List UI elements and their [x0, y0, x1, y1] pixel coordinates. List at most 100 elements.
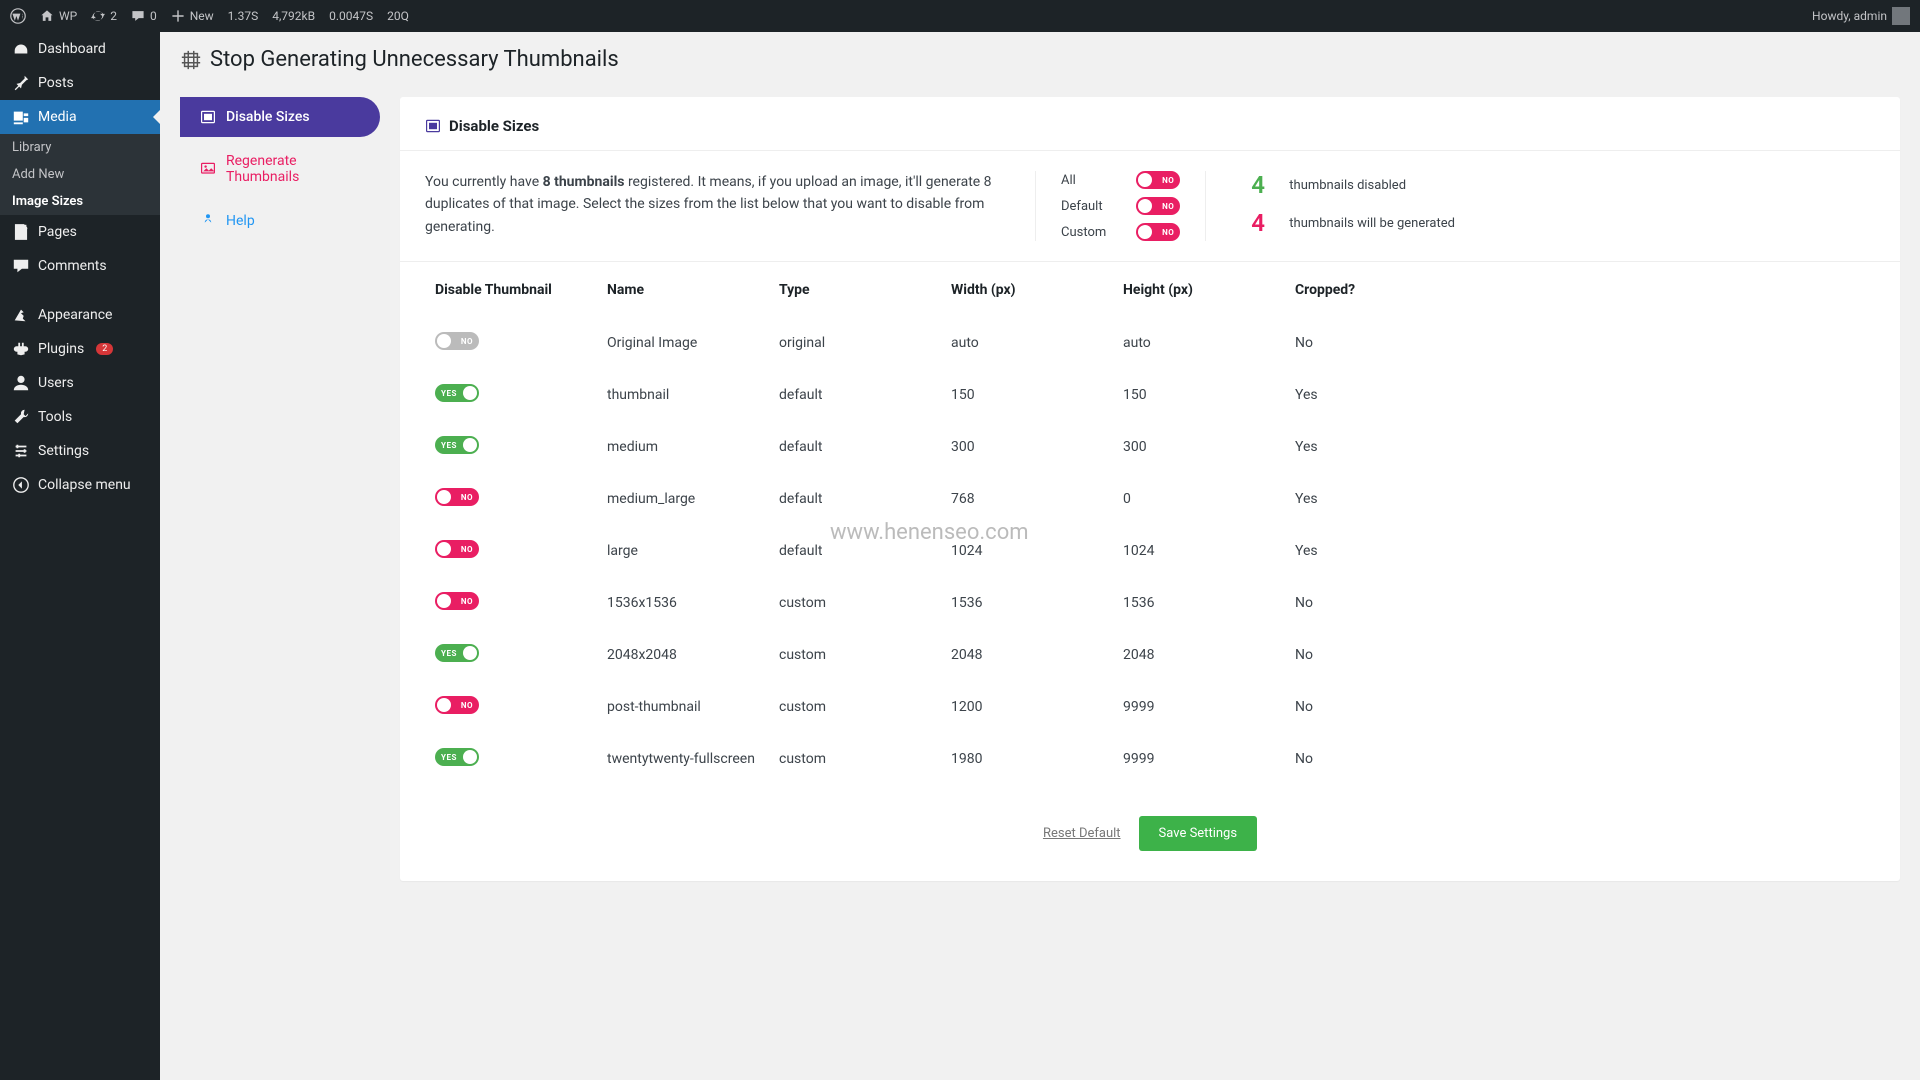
tools-icon: [12, 408, 30, 426]
sidebar-item-users[interactable]: Users: [0, 366, 160, 400]
debug-mem[interactable]: 4,792kB: [272, 9, 315, 23]
site-name: WP: [59, 9, 77, 23]
active-nav-icon: [200, 109, 216, 125]
stat-label: thumbnails will be generated: [1289, 216, 1455, 231]
panel-nav-help[interactable]: Help: [180, 201, 380, 241]
stat-list: 4thumbnails disabled4thumbnails will be …: [1236, 171, 1455, 241]
cell-width: 1024: [943, 526, 1113, 576]
cell-name: thumbnail: [599, 370, 769, 420]
reset-default-button[interactable]: Reset Default: [1043, 816, 1121, 851]
panel-nav-disable-sizes[interactable]: Disable Sizes: [180, 97, 380, 137]
new-link[interactable]: New: [171, 9, 214, 23]
row-toggle-medium[interactable]: YES: [435, 436, 479, 454]
cell-height: 0: [1115, 474, 1285, 524]
cell-height: 300: [1115, 422, 1285, 472]
wp-logo[interactable]: [10, 8, 26, 24]
sidebar-item-plugins[interactable]: Plugins2: [0, 332, 160, 366]
cell-name: Original Image: [599, 318, 769, 368]
table-row: NO large default 1024 1024 Yes: [427, 526, 1873, 576]
cell-width: 150: [943, 370, 1113, 420]
table-row: NO post-thumbnail custom 1200 9999 No: [427, 682, 1873, 732]
cell-type: default: [771, 526, 941, 576]
row-toggle-1536x1536[interactable]: NO: [435, 592, 479, 610]
pin-icon: [12, 74, 30, 92]
group-toggle-all[interactable]: NO: [1136, 171, 1180, 189]
sidebar-item-tools[interactable]: Tools: [0, 400, 160, 434]
cell-name: post-thumbnail: [599, 682, 769, 732]
sidebar-item-media[interactable]: Media: [0, 100, 160, 134]
row-toggle-post-thumbnail[interactable]: NO: [435, 696, 479, 714]
group-toggle-label: Default: [1061, 199, 1103, 214]
avatar: [1892, 7, 1910, 25]
save-settings-button[interactable]: Save Settings: [1139, 816, 1258, 851]
sidebar-item-appearance[interactable]: Appearance: [0, 298, 160, 332]
pages-icon: [12, 223, 30, 241]
table-row: NO medium_large default 768 0 Yes: [427, 474, 1873, 524]
sidebar-item-posts[interactable]: Posts: [0, 66, 160, 100]
col-type: Type: [771, 264, 941, 316]
thumbnail-table: Disable Thumbnail Name Type Width (px) H…: [400, 262, 1900, 786]
debug-time[interactable]: 1.37S: [228, 9, 259, 23]
submenu-item-library[interactable]: Library: [0, 134, 160, 161]
cell-height: 9999: [1115, 682, 1285, 732]
table-row: YES 2048x2048 custom 2048 2048 No: [427, 630, 1873, 680]
row-toggle-medium-large[interactable]: NO: [435, 488, 479, 506]
site-home[interactable]: WP: [40, 9, 77, 23]
submenu-item-image-sizes[interactable]: Image Sizes: [0, 188, 160, 215]
sidebar-item-settings[interactable]: Settings: [0, 434, 160, 468]
settings-card: Disable Sizes You currently have 8 thumb…: [400, 97, 1900, 881]
row-toggle-large[interactable]: NO: [435, 540, 479, 558]
cell-type: custom: [771, 578, 941, 628]
panel-nav-regenerate-thumbnails[interactable]: Regenerate Thumbnails: [180, 141, 380, 197]
debug-query-time[interactable]: 0.0047S: [329, 9, 373, 23]
cell-cropped: No: [1287, 682, 1873, 732]
users-icon: [12, 374, 30, 392]
row-toggle-2048x2048[interactable]: YES: [435, 644, 479, 662]
comments-icon: [12, 257, 30, 275]
cell-cropped: Yes: [1287, 370, 1873, 420]
sidebar-item-collapse-menu[interactable]: Collapse menu: [0, 468, 160, 502]
cell-type: default: [771, 370, 941, 420]
cell-type: original: [771, 318, 941, 368]
group-toggle-custom[interactable]: NO: [1136, 223, 1180, 241]
cell-height: auto: [1115, 318, 1285, 368]
col-width: Width (px): [943, 264, 1113, 316]
comments-link[interactable]: 0: [131, 9, 157, 23]
col-disable: Disable Thumbnail: [427, 264, 597, 316]
updates-link[interactable]: 2: [91, 9, 117, 23]
group-toggle-list: AllNODefaultNOCustomNO: [1035, 171, 1206, 241]
cell-type: custom: [771, 630, 941, 680]
sidebar-item-comments[interactable]: Comments: [0, 249, 160, 283]
cell-type: custom: [771, 682, 941, 732]
regenerate-nav-icon: [200, 161, 216, 177]
table-row: YES medium default 300 300 Yes: [427, 422, 1873, 472]
sidebar-item-pages[interactable]: Pages: [0, 215, 160, 249]
plugins-icon: [12, 340, 30, 358]
cell-height: 1024: [1115, 526, 1285, 576]
card-header: Disable Sizes: [400, 97, 1900, 151]
cell-cropped: No: [1287, 630, 1873, 680]
content-area: Stop Generating Unnecessary Thumbnails D…: [160, 32, 1920, 1080]
settings-icon: [12, 442, 30, 460]
user-greeting[interactable]: Howdy, admin: [1812, 7, 1910, 25]
cell-type: default: [771, 422, 941, 472]
cell-cropped: Yes: [1287, 526, 1873, 576]
debug-queries[interactable]: 20Q: [387, 9, 409, 23]
row-toggle-thumbnail[interactable]: YES: [435, 384, 479, 402]
cell-width: 1200: [943, 682, 1113, 732]
help-nav-icon: [200, 213, 216, 229]
cell-type: default: [771, 474, 941, 524]
submenu-item-add-new[interactable]: Add New: [0, 161, 160, 188]
dashboard-icon: [12, 40, 30, 58]
cell-height: 1536: [1115, 578, 1285, 628]
group-toggle-default[interactable]: NO: [1136, 197, 1180, 215]
cell-width: 2048: [943, 630, 1113, 680]
sidebar-item-dashboard[interactable]: Dashboard: [0, 32, 160, 66]
row-toggle-twentytwenty-fullscreen[interactable]: YES: [435, 748, 479, 766]
page-title: Stop Generating Unnecessary Thumbnails: [180, 47, 1900, 72]
updates-count: 2: [110, 9, 117, 23]
stat-number: 4: [1251, 171, 1271, 199]
table-row: NO 1536x1536 custom 1536 1536 No: [427, 578, 1873, 628]
new-label: New: [190, 9, 214, 23]
appearance-icon: [12, 306, 30, 324]
